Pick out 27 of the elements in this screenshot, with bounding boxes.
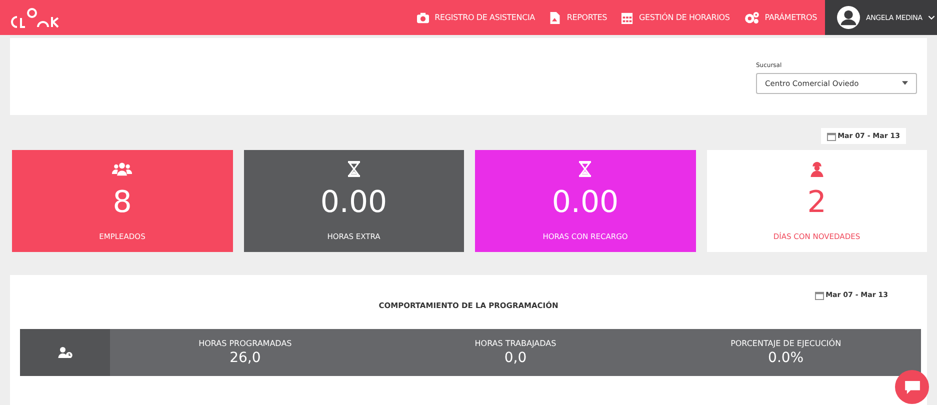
nav-link[interactable]: REPORTES [548,12,608,24]
stat-value: 0,0 [504,350,527,366]
stat-value: 2 [807,188,826,218]
calendar-icon [826,132,836,140]
stat-value: 0.0% [768,350,804,366]
nav-link[interactable]: PARÁMETROS [744,12,817,24]
chevron-down-icon [928,15,936,20]
stat-label: PORCENTAJE DE EJECUCIÓN [730,339,842,348]
chat-icon [904,380,920,394]
nav-link[interactable]: REGISTRO DE ASISTENCIA [416,12,535,24]
avatar-icon [837,6,860,29]
gears-icon [744,12,759,24]
users-icon [112,161,132,177]
calendar-icon [621,12,634,24]
stat-value: 0.00 [320,188,388,218]
logo-drawing[interactable] [9,7,61,29]
calendar-icon [814,290,824,300]
nav-link[interactable]: GESTIÓN DE HORARIOS [621,12,730,24]
stat-label: HORAS TRABAJADAS [474,339,556,348]
stat-value: 8 [112,188,132,218]
stat-value: 0.00 [552,188,619,218]
caret-icon [902,81,908,85]
stat-label: HORAS PROGRAMADAS [198,339,292,348]
stat-value: 26,0 [230,350,261,366]
camera-icon [416,12,429,24]
user-clock-icon [58,347,72,358]
file-icon [548,12,561,24]
